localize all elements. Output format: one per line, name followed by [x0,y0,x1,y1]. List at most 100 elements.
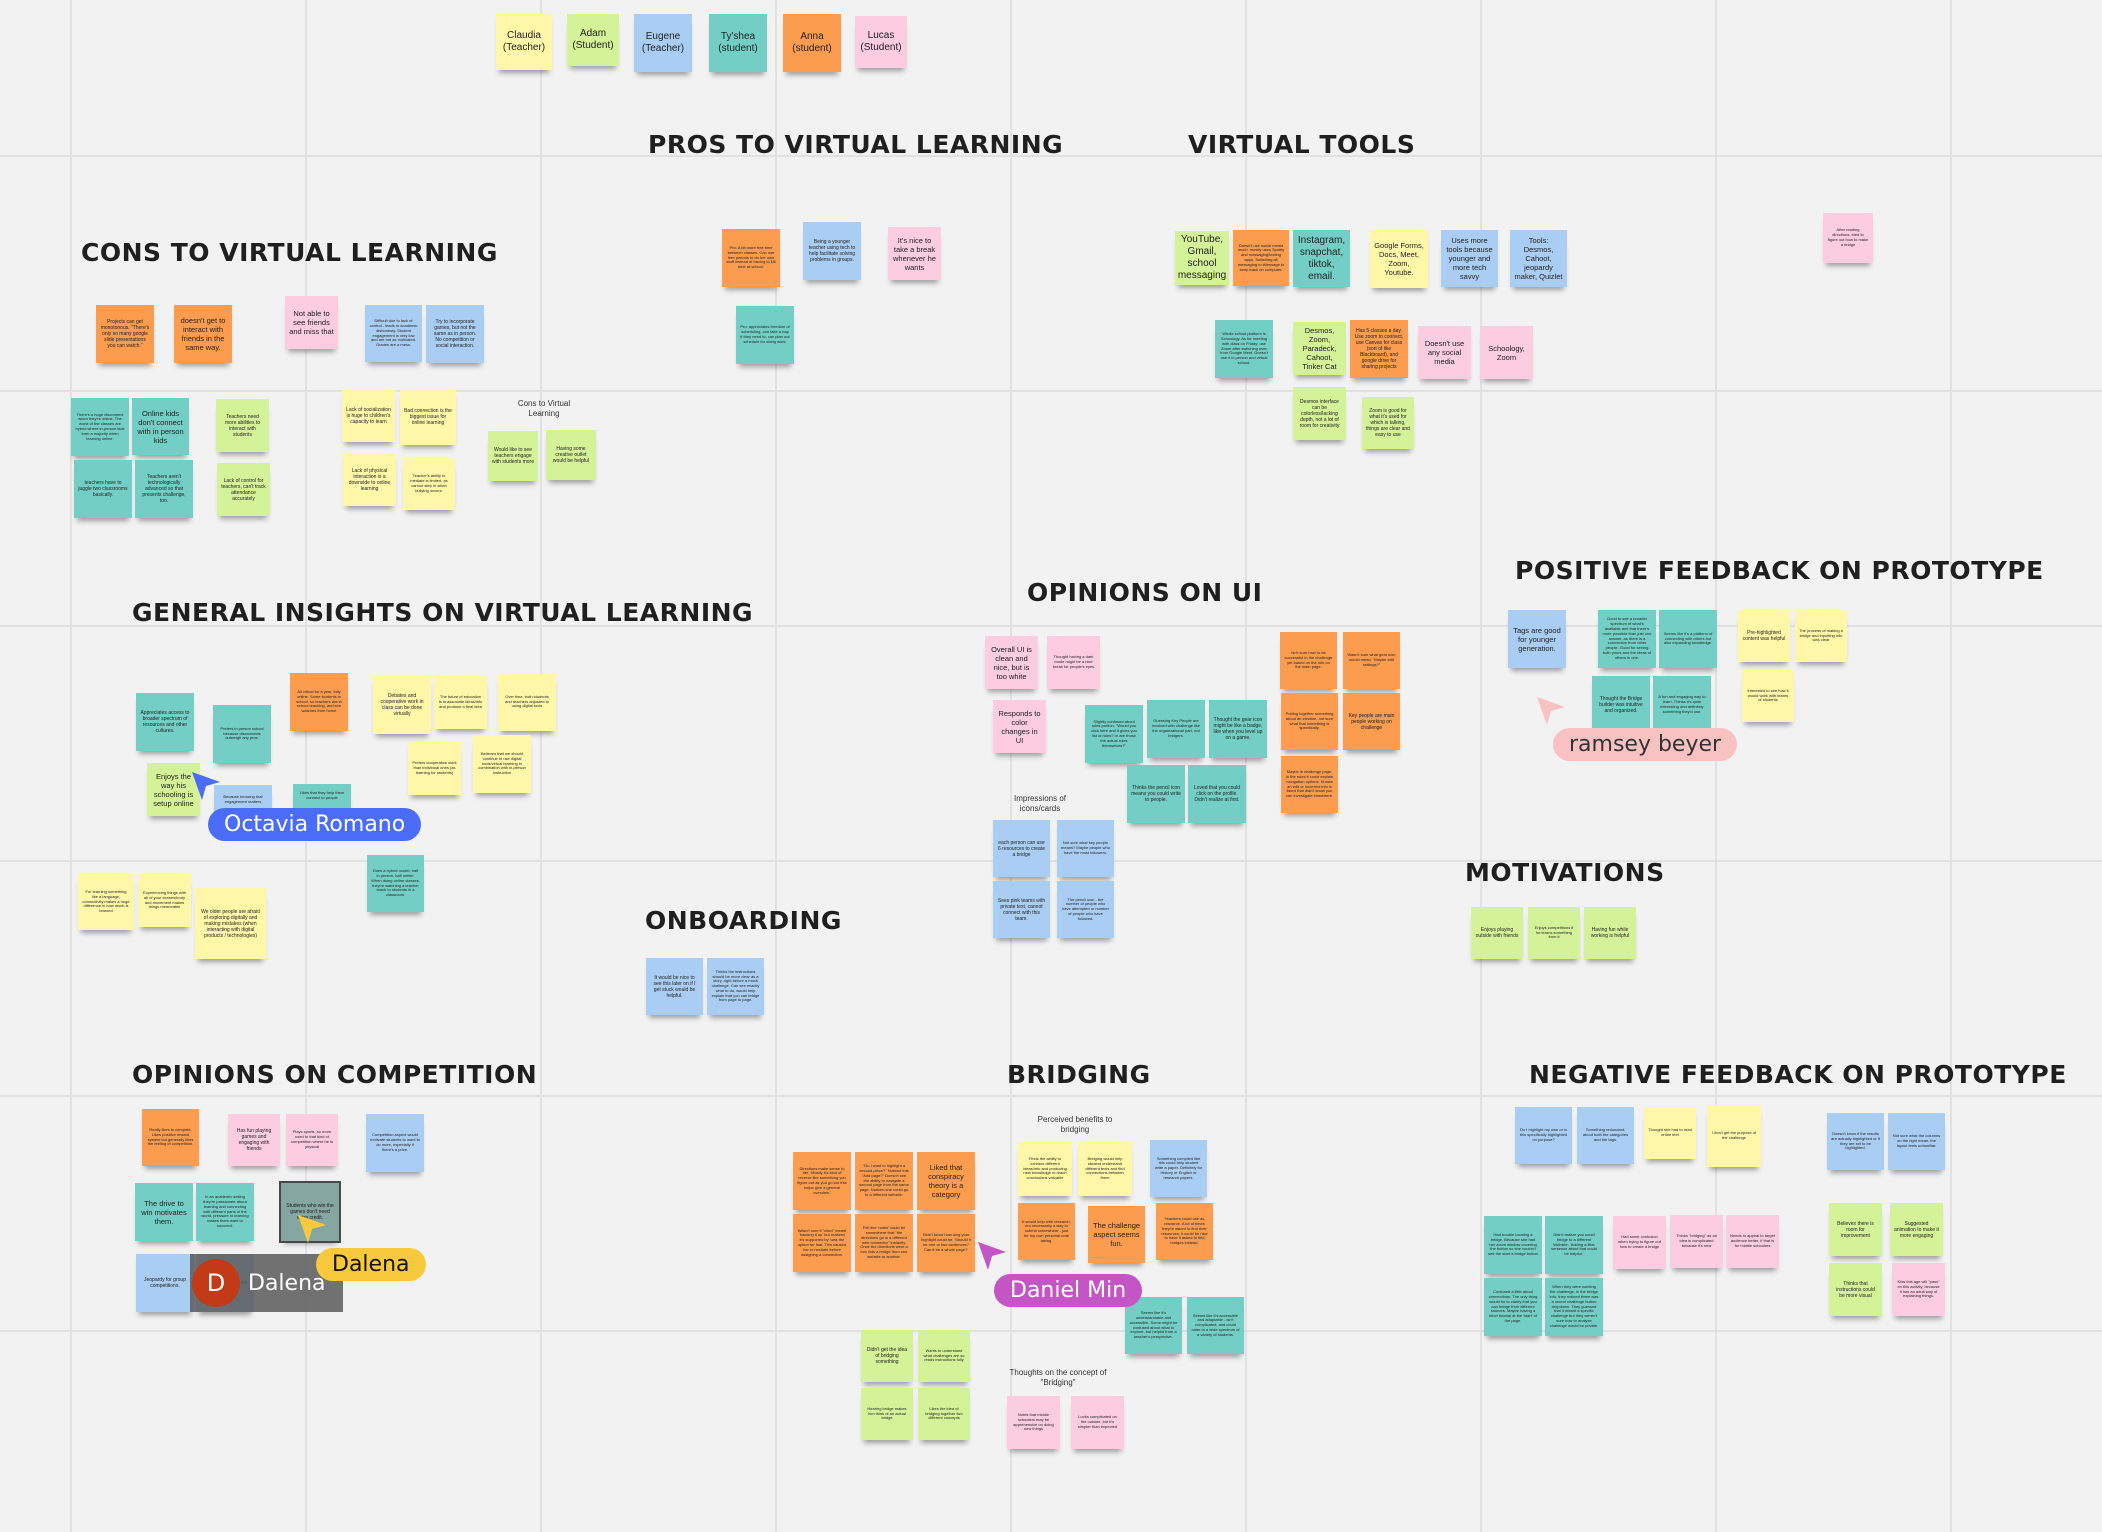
sticky-note[interactable]: Putting together something about an elec… [1281,693,1338,750]
sticky-note[interactable]: Uses more tools because younger and more… [1441,230,1498,287]
sticky-note[interactable]: Slightly confused about rules portion. "… [1085,705,1143,763]
sticky-note[interactable]: each person can use 6 resources to creat… [993,820,1050,877]
sticky-note[interactable]: Felt like 'notes' could be somewhere tha… [855,1214,913,1272]
sticky-note[interactable]: Doesn't know if the results are actually… [1827,1113,1884,1170]
sticky-note[interactable]: Seems like it's understandable and acces… [1125,1297,1182,1354]
sticky-note[interactable]: Teachers could use as resource. A lot of… [1156,1203,1213,1260]
sticky-note[interactable]: Something compiled like this could help … [1150,1140,1207,1197]
sticky-note[interactable]: Competition aspect would motivate studen… [366,1114,424,1172]
sticky-note[interactable]: All virtual for a year, fully online. So… [290,673,348,731]
sticky-note[interactable]: Schoology, Zoom [1480,326,1533,379]
sticky-note[interactable]: Seems like it's accessible and adaptable… [1187,1297,1244,1354]
sticky-note[interactable]: The process of making a bridge and input… [1795,610,1847,662]
sticky-note[interactable]: "Do I want to highlight a second piece?"… [855,1152,913,1210]
sticky-note[interactable]: Desmos interface can be colorless/lackin… [1293,387,1346,440]
whiteboard-canvas[interactable]: Claudia (Teacher) Adam (Student) Eugene … [0,0,2102,1532]
sticky-note[interactable]: Believes there is room for improvement [1829,1203,1882,1256]
sticky-note[interactable]: Lack of physical interaction is a downsi… [343,453,396,506]
sticky-note[interactable]: Good to see a broader spectrum of what's… [1598,610,1656,668]
sticky-note[interactable]: Has fun playing games and engaging with … [228,1114,280,1166]
sticky-note[interactable]: Had trouble locating a bridge. Because s… [1484,1216,1542,1274]
participant-note[interactable]: Claudia (Teacher) [496,14,552,70]
sticky-note[interactable]: The future of education is to associate … [434,676,487,729]
sticky-note[interactable]: Directions make sense to her. 'Mostly it… [793,1152,851,1210]
sticky-note[interactable]: Responds to color changes in UI [993,700,1046,753]
sticky-note[interactable]: Prefers cooperative work than individual… [408,742,461,795]
sticky-note[interactable]: Doesn't use social media much, mostly us… [1233,230,1289,286]
sticky-note[interactable]: Pro: A bit more free time between classe… [722,229,780,287]
sticky-note[interactable]: Over time, both students and teachers ad… [498,673,556,731]
sticky-note[interactable]: Thought the gear icon might be like a ba… [1209,700,1267,758]
sticky-note[interactable]: Doesn't use any social media [1418,326,1471,379]
sticky-note[interactable]: Suggested animation to make it more enga… [1890,1203,1943,1256]
sticky-note[interactable]: Not able to see friends and miss that [285,296,338,349]
sticky-note[interactable]: Didn't realize you could bridge to a dif… [1545,1216,1603,1274]
sticky-note[interactable]: Thought having a dark mode might be a ni… [1047,636,1100,689]
sticky-note[interactable]: Seems like it's a platform of connecting… [1659,610,1717,668]
sticky-note[interactable]: Thought the Bridge builder was intuitive… [1592,676,1650,734]
sticky-note[interactable]: Desmos, Zoom, Paradeck, Cahoot, Tinker C… [1293,322,1346,375]
sticky-note[interactable]: Wasn't sure what gear icon would mean. "… [1343,632,1400,689]
sticky-note[interactable]: Try to incorporate games, but not the sa… [426,305,484,363]
participant-note[interactable]: Ty'shea (student) [709,14,767,72]
sticky-note[interactable]: Confused a little about connections. The… [1484,1278,1542,1336]
sticky-note[interactable]: After reading directions, tried to figur… [1823,213,1873,263]
sticky-note[interactable]: Projects can get monotonous. "There's on… [96,305,154,363]
sticky-note[interactable]: Difficult due to lack of control - leads… [365,305,422,362]
participant-note[interactable]: Anna (student) [783,14,841,72]
sticky-note[interactable]: Really likes to compete. Likes positive … [142,1109,199,1166]
sticky-note[interactable]: Pro: appreciates freedom of scheduling, … [736,306,794,364]
sticky-note[interactable]: Overall UI is clean and nice, but is too… [985,636,1038,689]
sticky-note[interactable]: Lack of socialization is huge to childre… [342,389,395,442]
participant-note[interactable]: Lucas (Student) [855,16,907,68]
sticky-note[interactable]: Prefers in person school because disconn… [213,705,271,763]
sticky-note[interactable]: Wants to understand what challenges are … [918,1330,970,1382]
sticky-note[interactable]: Thinks that instructions could be more v… [1829,1263,1882,1316]
sticky-note[interactable]: Teachers need more abilities to interact… [216,399,269,452]
participant-note[interactable]: Eugene (Teacher) [634,14,692,72]
sticky-note[interactable]: Not sure what key people means? Maybe pe… [1057,820,1114,877]
sticky-note[interactable]: It would be nice to see this later on if… [646,958,703,1015]
participant-note[interactable]: Adam (Student) [567,14,619,66]
sticky-note[interactable]: Finds the ability to connect different i… [1018,1142,1072,1196]
sticky-note[interactable]: It would help with research, not necessa… [1018,1203,1075,1260]
sticky-note[interactable]: Teachers aren't technologically advanced… [135,460,193,518]
sticky-note[interactable]: Didn't know how long your highlight coul… [917,1214,975,1272]
sticky-note[interactable]: Having some creative outlet would be hel… [546,430,596,480]
sticky-note[interactable]: Needs to appeal to target audience bette… [1726,1215,1779,1268]
sticky-note[interactable]: Key people are main people working on ch… [1343,693,1400,750]
sticky-note[interactable]: We older people are afraid of exploring … [195,888,266,959]
sticky-note[interactable]: In an academic setting they're passionat… [196,1183,254,1241]
sticky-note[interactable]: teachers have to juggle two classrooms b… [74,460,132,518]
sticky-note[interactable]: Tags are good for younger generation. [1508,610,1566,668]
sticky-note[interactable]: Teacher's ability to mediate is limited,… [403,458,455,510]
sticky-note[interactable]: Kids this age will "pass" on this activi… [1892,1263,1945,1316]
sticky-note[interactable]: Jeopardy for group competitions. [136,1254,194,1312]
sticky-note[interactable]: Thinks "bridging" as an idea is complica… [1670,1215,1723,1268]
sticky-note[interactable]: Does a hybrid model, half in person, hal… [367,855,424,912]
sticky-note[interactable]: Looks complicated on the outside, but it… [1071,1396,1124,1449]
sticky-note[interactable]: Bad connection is the biggest issue for … [400,389,456,445]
sticky-note[interactable]: Isn't sure how to be successful in the c… [1280,632,1337,689]
sticky-note[interactable]: Appreciates access to broader spectrum o… [136,693,194,751]
sticky-note[interactable]: Thinks the instructions should be more c… [707,958,764,1015]
sticky-note[interactable]: Having fun while working is helpful [1584,907,1636,959]
sticky-note[interactable]: Online kids don't connect with in person… [132,398,189,455]
sticky-note[interactable]: Enjoys playing outside with friends [1471,907,1523,959]
sticky-note[interactable]: Zoom is good for what it's used for whic… [1362,397,1414,449]
sticky-note[interactable]: YouTube, Gmail, school messaging [1175,231,1229,285]
sticky-note[interactable]: Liked that conspiracy theory is a catego… [917,1152,975,1210]
sticky-note[interactable]: Maybe in challenge page, in the rules it… [1281,756,1338,813]
sticky-note[interactable]: Plays sports, so more used to that kind … [286,1114,338,1166]
sticky-note[interactable]: Experiencing things with all of your sen… [138,874,191,927]
sticky-note[interactable]: Hearing bridge makes him think of an act… [861,1388,913,1440]
sticky-note[interactable]: Would like to see teachers engage with s… [488,431,538,481]
sticky-note[interactable]: Has 5 classes a day. Use zoom to connect… [1350,320,1408,378]
sticky-note[interactable]: Wasn't sure if "cited" meant 'backing it… [793,1214,851,1272]
sticky-note[interactable]: Thought she had to read entire text [1644,1107,1696,1159]
sticky-note[interactable]: Debates and cooperative work in class ca… [373,676,431,734]
sticky-note[interactable]: When they were working the challenge, in… [1545,1278,1603,1336]
sticky-note[interactable]: Guessing Key People are involved with ch… [1147,700,1205,758]
sticky-note[interactable]: The challenge aspect seems fun. [1088,1206,1145,1263]
sticky-note[interactable]: doesn't get to interact with friends in … [174,305,232,363]
